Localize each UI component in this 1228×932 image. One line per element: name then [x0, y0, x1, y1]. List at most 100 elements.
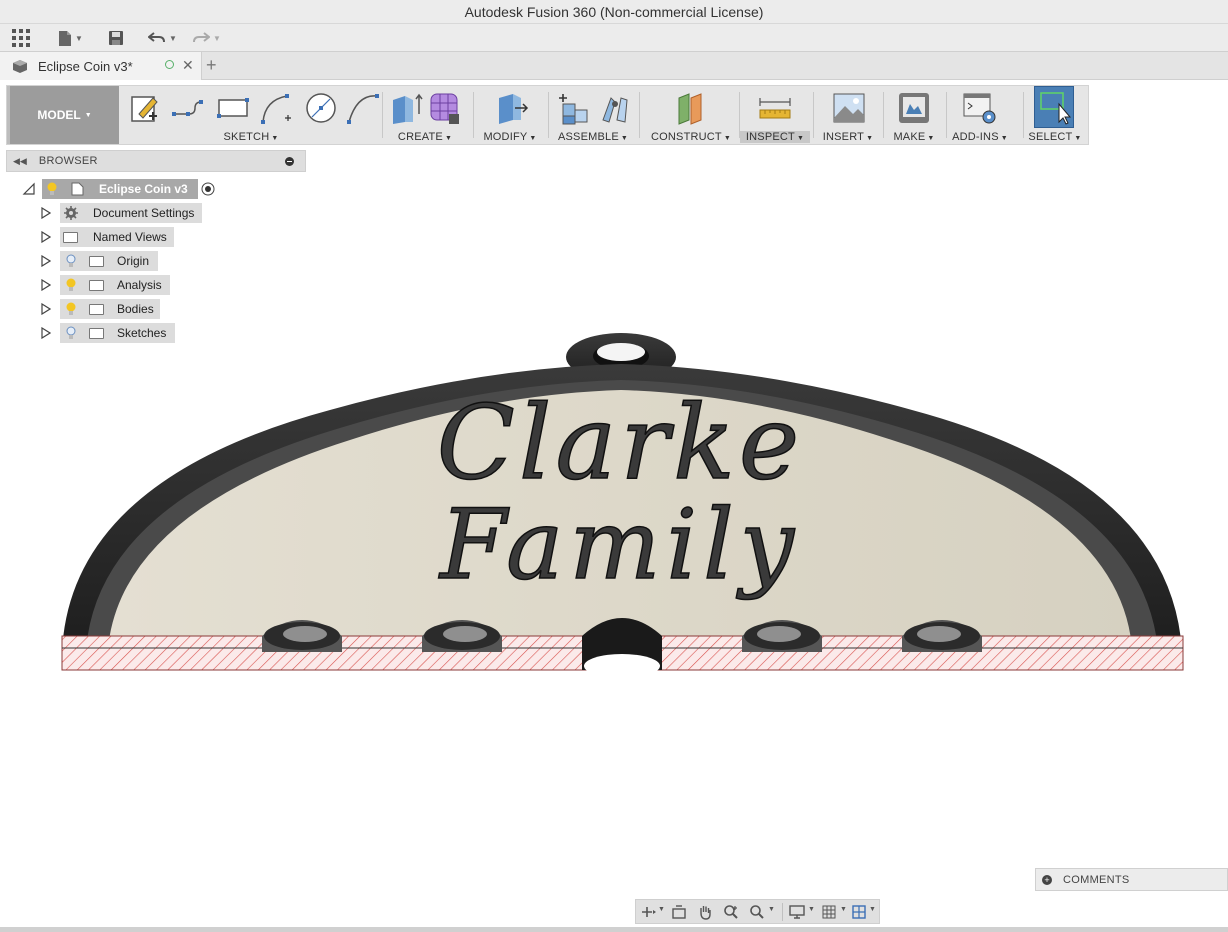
3d-viewport[interactable]: Clarke Family	[0, 172, 1228, 892]
ribbon-group-construct[interactable]: CONSTRUCT ▼	[645, 86, 737, 144]
joint-icon[interactable]	[597, 90, 633, 126]
chevron-down-icon: ▼	[169, 33, 177, 43]
chevron-down-icon: ▼	[84, 111, 92, 119]
select-window-icon[interactable]	[1037, 90, 1073, 126]
chevron-down-icon: ▼	[213, 33, 221, 43]
redo-icon[interactable]: ▼	[192, 27, 221, 49]
chevron-down-icon: ▼	[1074, 135, 1082, 142]
document-tab-bar: Eclipse Coin v3* ✕ +	[0, 52, 1228, 80]
browser-title: BROWSER	[38, 155, 98, 167]
new-component-icon[interactable]	[555, 90, 591, 126]
coin-model[interactable]: Clarke Family	[61, 333, 1184, 678]
zoom-icon[interactable]	[722, 904, 740, 920]
comments-panel[interactable]: + COMMENTS	[1035, 868, 1228, 891]
chevron-down-icon[interactable]: ▼	[840, 906, 847, 913]
toolbar-ribbon: MODEL ▼ SKETCH ▼ CREATE ▼ MODIFY ▼ ASSEM…	[6, 85, 1089, 145]
offset-plane-icon[interactable]	[673, 90, 709, 126]
new-tab-button[interactable]: +	[206, 55, 217, 76]
undo-icon[interactable]: ▼	[148, 27, 177, 49]
make-label: MAKE	[893, 131, 926, 143]
chevron-down-icon: ▼	[796, 135, 805, 142]
insert-image-icon[interactable]	[831, 90, 867, 126]
form-icon[interactable]	[427, 90, 463, 126]
engraving-line-2: Family	[438, 489, 800, 601]
chevron-down-icon: ▼	[271, 135, 279, 142]
ribbon-group-create[interactable]: CREATE ▼	[387, 86, 463, 144]
navigation-bar: ▼ ▼ ▼ ▼ ▼	[635, 899, 880, 924]
ribbon-group-addins[interactable]: ADD-INS ▼	[949, 86, 1011, 144]
viewports-icon[interactable]	[850, 904, 868, 920]
save-icon[interactable]	[108, 27, 124, 49]
scripts-addins-icon[interactable]	[962, 90, 998, 126]
minimize-icon[interactable]	[285, 157, 294, 166]
circle-icon[interactable]	[303, 90, 339, 126]
chevron-down-icon[interactable]: ▼	[658, 906, 665, 913]
save-status-icon	[165, 60, 174, 69]
ribbon-group-sketch[interactable]: SKETCH ▼	[123, 86, 379, 144]
sketch-label: SKETCH	[223, 131, 270, 143]
workspace-switcher[interactable]: MODEL ▼	[7, 86, 119, 144]
display-settings-icon[interactable]	[788, 904, 806, 920]
window-bottom-edge	[0, 927, 1228, 932]
chevron-down-icon[interactable]: ▼	[768, 906, 775, 913]
select-label: SELECT	[1028, 131, 1073, 143]
ribbon-group-label: SKETCH ▼	[123, 131, 379, 143]
collapse-panel-icon[interactable]: ◀◀	[13, 156, 27, 167]
apps-grid-icon[interactable]	[12, 27, 30, 49]
rectangle-icon[interactable]	[215, 90, 251, 126]
close-icon[interactable]: ✕	[182, 57, 194, 74]
grid-snap-icon[interactable]	[820, 904, 838, 920]
window-title: Autodesk Fusion 360 (Non-commercial Lice…	[0, 0, 1228, 24]
3d-print-icon[interactable]	[896, 90, 932, 126]
look-at-icon[interactable]	[670, 904, 688, 920]
chevron-down-icon[interactable]: ▼	[808, 906, 815, 913]
workspace-label: MODEL	[37, 108, 81, 122]
document-tab-title: Eclipse Coin v3*	[38, 58, 133, 74]
nav-separator	[782, 903, 783, 921]
fit-icon[interactable]	[748, 904, 766, 920]
arc-icon[interactable]	[259, 90, 295, 126]
chevron-down-icon: ▼	[866, 135, 874, 142]
ribbon-group-assemble[interactable]: ASSEMBLE ▼	[555, 86, 631, 144]
ribbon-separator	[639, 92, 640, 138]
spline-icon[interactable]	[345, 90, 381, 126]
add-comment-icon[interactable]: +	[1042, 874, 1052, 885]
ribbon-separator	[382, 92, 383, 138]
design-cube-icon	[13, 60, 27, 73]
assemble-label: ASSEMBLE	[557, 131, 619, 143]
ribbon-separator	[473, 92, 474, 138]
ribbon-group-modify[interactable]: MODIFY ▼	[479, 86, 541, 144]
ribbon-separator	[1023, 92, 1024, 138]
ribbon-separator	[548, 92, 549, 138]
chevron-down-icon: ▼	[927, 135, 935, 142]
pan-hand-icon[interactable]	[696, 904, 714, 920]
create-label: CREATE	[397, 131, 443, 143]
chevron-down-icon: ▼	[1000, 135, 1008, 142]
press-pull-icon[interactable]	[493, 90, 529, 126]
construct-label: CONSTRUCT	[651, 131, 722, 143]
ribbon-separator	[946, 92, 947, 138]
comments-title: COMMENTS	[1063, 873, 1130, 886]
chevron-down-icon: ▼	[723, 135, 731, 142]
ribbon-group-make[interactable]: MAKE ▼	[887, 86, 941, 144]
file-icon[interactable]: ▼	[58, 27, 83, 49]
line-icon[interactable]	[171, 90, 207, 126]
insert-label: INSERT	[822, 131, 865, 143]
chevron-down-icon: ▼	[444, 135, 453, 142]
chevron-down-icon: ▼	[529, 135, 537, 142]
ribbon-group-inspect[interactable]: INSPECT ▼	[740, 86, 810, 144]
quick-access-toolbar: ▼ ▼ ▼	[0, 24, 1228, 52]
addins-label: ADD-INS	[952, 131, 999, 143]
chevron-down-icon: ▼	[75, 33, 83, 43]
ribbon-group-insert[interactable]: INSERT ▼	[817, 86, 879, 144]
measure-icon[interactable]	[757, 90, 793, 126]
ribbon-group-select[interactable]: SELECT ▼	[1027, 86, 1083, 144]
create-sketch-icon[interactable]	[127, 90, 163, 126]
inspect-label: INSPECT	[745, 131, 795, 143]
orbit-icon[interactable]	[640, 904, 658, 920]
extrude-icon[interactable]	[389, 90, 425, 126]
document-tab[interactable]: Eclipse Coin v3* ✕	[0, 52, 202, 80]
browser-header[interactable]: ◀◀ BROWSER	[6, 150, 306, 172]
chevron-down-icon[interactable]: ▼	[869, 906, 876, 913]
fusion-360-window: Autodesk Fusion 360 (Non-commercial Lice…	[0, 0, 1228, 932]
